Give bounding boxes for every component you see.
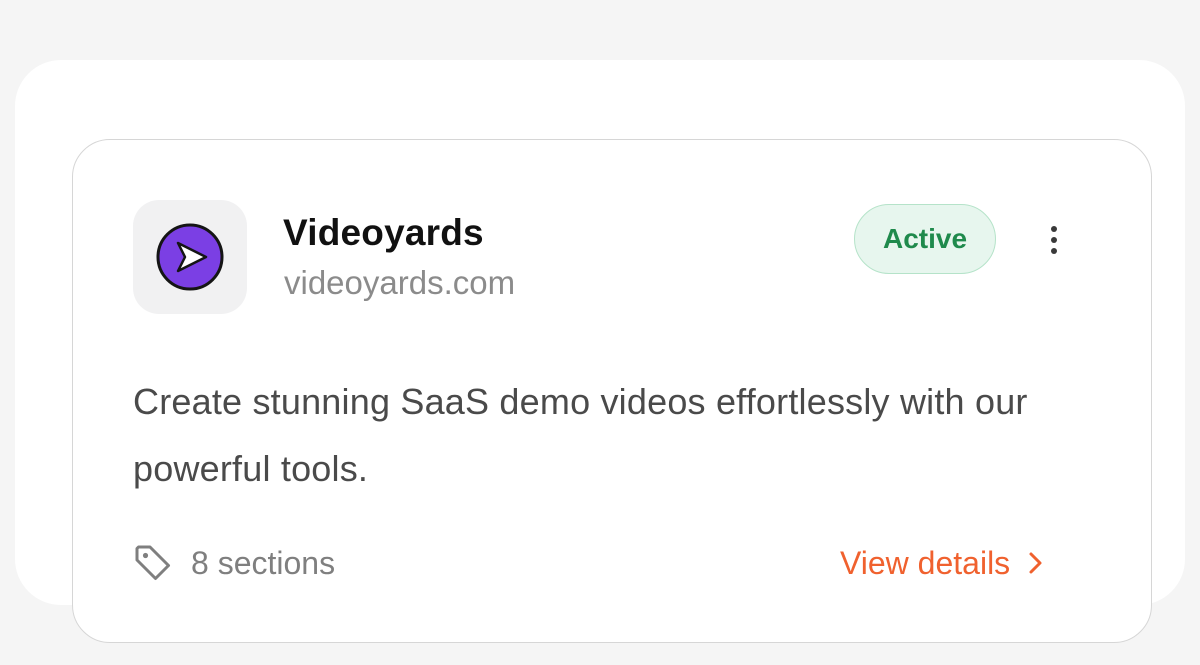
send-arrow-icon [156, 223, 224, 291]
more-options-button[interactable] [1035, 215, 1073, 265]
app-description: Create stunning SaaS demo videos effortl… [133, 381, 1028, 489]
status-badge: Active [854, 204, 996, 274]
chevron-right-icon [1029, 552, 1042, 574]
card-container: Videoyards videoyards.com Active Create … [15, 60, 1185, 643]
view-details-link[interactable]: View details [840, 540, 1048, 586]
app-name: Videoyards [283, 212, 484, 253]
kebab-menu-icon [1051, 226, 1057, 232]
view-details-label: View details [840, 544, 1011, 581]
app-domain: videoyards.com [284, 264, 516, 301]
app-card: Videoyards videoyards.com Active Create … [72, 139, 1152, 643]
sections-label: 8 sections [191, 544, 336, 581]
app-logo [133, 200, 247, 314]
sections-count: 8 sections [133, 540, 335, 586]
tag-icon [135, 545, 170, 580]
